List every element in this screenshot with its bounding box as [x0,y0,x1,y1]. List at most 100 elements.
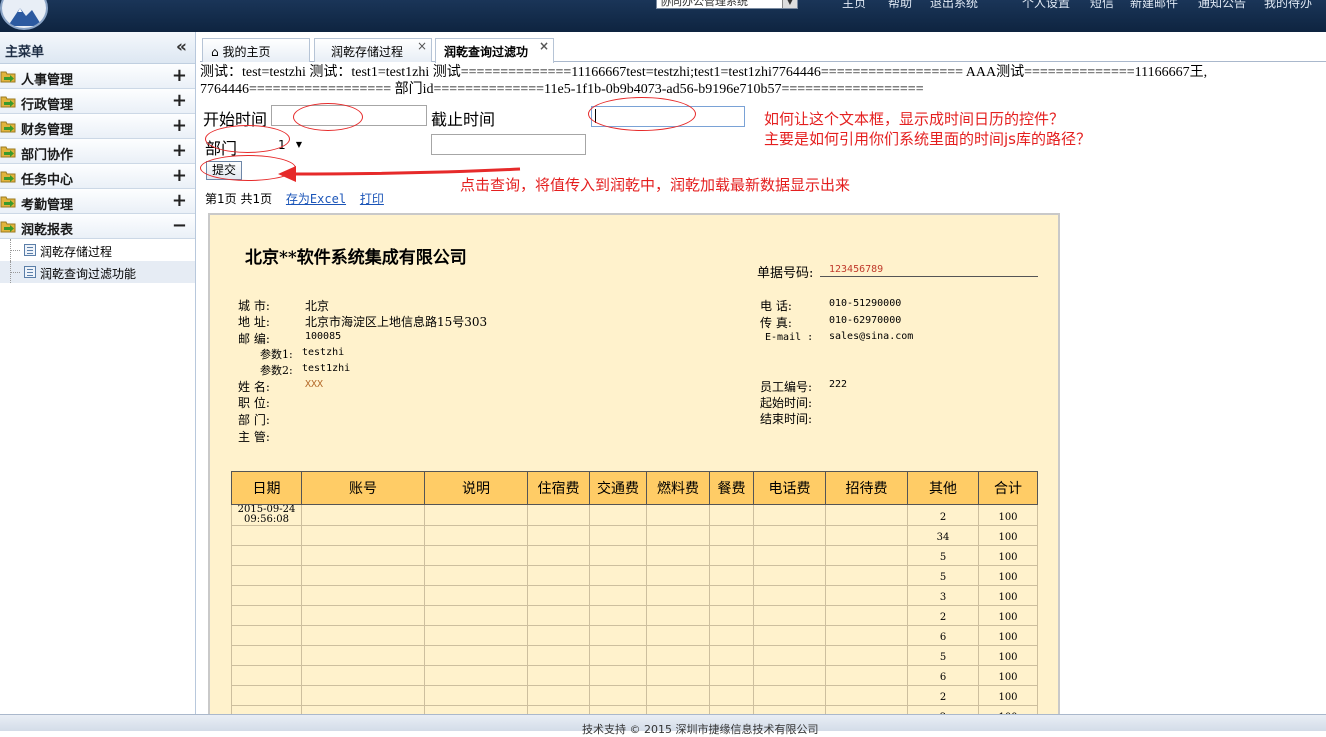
nav-help[interactable]: 帮助 [888,0,912,11]
table-cell [646,525,710,546]
field-value: XXX [305,379,324,390]
table-cell [301,705,425,714]
table-cell [589,645,647,666]
export-excel-link[interactable]: 存为Excel [286,192,346,206]
sidebar-item[interactable]: 人事管理 + [0,64,195,89]
doc-no-value: 123456789 [829,264,884,275]
expand-icon[interactable]: − [172,215,187,236]
column-header: 交通费 [589,471,647,505]
field-label: 起始时间: [760,396,813,410]
table-row: 2100 [231,605,1038,626]
table-cell: 100 [978,525,1038,546]
annotation-text: 如何让这个文本框，显示成时间日历的控件？ [764,110,1065,128]
close-icon[interactable]: × [417,39,427,53]
table-cell [753,565,826,586]
expand-icon[interactable]: + [172,65,187,86]
table-cell [231,625,302,646]
nav-logout[interactable]: 退出系统 [930,0,978,11]
table-cell [231,585,302,606]
table-cell [527,504,590,526]
sidebar-item[interactable]: 部门协作 + [0,139,195,164]
expense-table: 日期 账号 说明 住宿费 交通费 燃料费 餐费 电话费 招待费 其他 合计 2015-09-24 0… [231,471,1038,714]
table-cell [709,625,754,646]
folder-icon [0,71,16,83]
sidebar-item[interactable]: 润乾报表 − [0,214,195,239]
table-row: 6 100 [231,625,1038,646]
table-cell [646,565,710,586]
column-header: 燃料费 [646,471,710,505]
table-cell: 100 [978,685,1038,706]
tab-home[interactable]: ⌂ 我的主页 [202,38,310,62]
table-cell [527,705,590,714]
table-row: 2015-09-24 09:56:08 2 100 [231,504,1038,526]
table-cell [527,565,590,586]
table-cell [527,685,590,706]
table-cell [301,504,425,526]
table-cell [589,525,647,546]
status-bar: 技术支持 © 2015 深圳市捷缘信息技术有限公司 [0,714,1326,736]
table-cell [301,625,425,646]
table-cell [527,665,590,686]
table-cell [424,605,528,626]
table-cell [709,645,754,666]
annotation-ellipse [293,103,363,131]
top-bar: 协同办公管理系统 ▼ 主页 帮助 退出系统 个人设置 短信 新建邮件 通知公告 我… [0,0,1326,32]
sidebar-item[interactable]: 行政管理 + [0,89,195,114]
table-cell [825,504,908,526]
table-cell [231,605,302,626]
nav-notice[interactable]: 通知公告 [1198,0,1246,11]
system-select[interactable]: 协同办公管理系统 ▼ [656,0,798,9]
field-label: 结束时间: [760,412,813,426]
expand-icon[interactable]: + [172,140,187,161]
nav-todo[interactable]: 我的待办 [1264,0,1312,11]
table-row: 2100 [231,685,1038,706]
field-label: 部 门: [238,413,270,427]
collapse-icon[interactable]: « [176,37,187,57]
expand-icon[interactable]: + [172,165,187,186]
table-cell [753,504,826,526]
table-cell [646,625,710,646]
nav-settings[interactable]: 个人设置 [1022,0,1070,11]
nav-new-mail[interactable]: 新建邮件 [1130,0,1178,11]
expand-icon[interactable]: + [172,190,187,211]
table-cell [646,645,710,666]
table-row: 5 100 [231,545,1038,566]
sidebar-item[interactable]: 任务中心 + [0,164,195,189]
table-cell: 100 [978,545,1038,566]
close-icon[interactable]: × [539,39,549,53]
folder-icon [0,146,16,158]
sidebar-subitem[interactable]: 润乾存储过程 [0,239,195,261]
nav-home[interactable]: 主页 [842,0,866,11]
sidebar-subitem[interactable]: 润乾查询过滤功能 [0,261,195,283]
table-cell [753,705,826,714]
sidebar-item[interactable]: 财务管理 + [0,114,195,139]
table-cell [753,645,826,666]
table-cell [424,705,528,714]
sidebar-item[interactable]: 考勤管理 + [0,189,195,214]
nav-sms[interactable]: 短信 [1090,0,1114,11]
field-label: 主 管: [238,430,270,444]
tab-procedure[interactable]: 润乾存储过程 × [314,38,432,62]
table-cell [709,585,754,606]
field-value: 北京市海淀区上地信息路15号303 [305,315,488,329]
sidebar-header: 主菜单 « [0,32,195,64]
expand-icon[interactable]: + [172,90,187,111]
expand-icon[interactable]: + [172,115,187,136]
table-cell [424,565,528,586]
table-cell [301,545,425,566]
tab-query-filter[interactable]: 润乾查询过滤功 × [435,38,554,63]
print-link[interactable]: 打印 [360,192,384,206]
report-toolbar: 第1页 共1页 存为Excel 打印 [205,190,384,207]
table-cell: 100 [978,665,1038,686]
table-cell [231,525,302,546]
table-cell [646,605,710,626]
table-cell: 3 [907,585,979,606]
table-row: 2100 [231,705,1038,714]
folder-icon [0,221,16,233]
dept-text-input[interactable] [431,134,586,155]
table-row: 5 100 [231,645,1038,666]
sidebar-item-label: 行政管理 [21,98,74,113]
sidebar-item-label: 部门协作 [21,148,74,163]
table-cell: 6 [907,625,979,646]
table-cell [424,585,528,606]
